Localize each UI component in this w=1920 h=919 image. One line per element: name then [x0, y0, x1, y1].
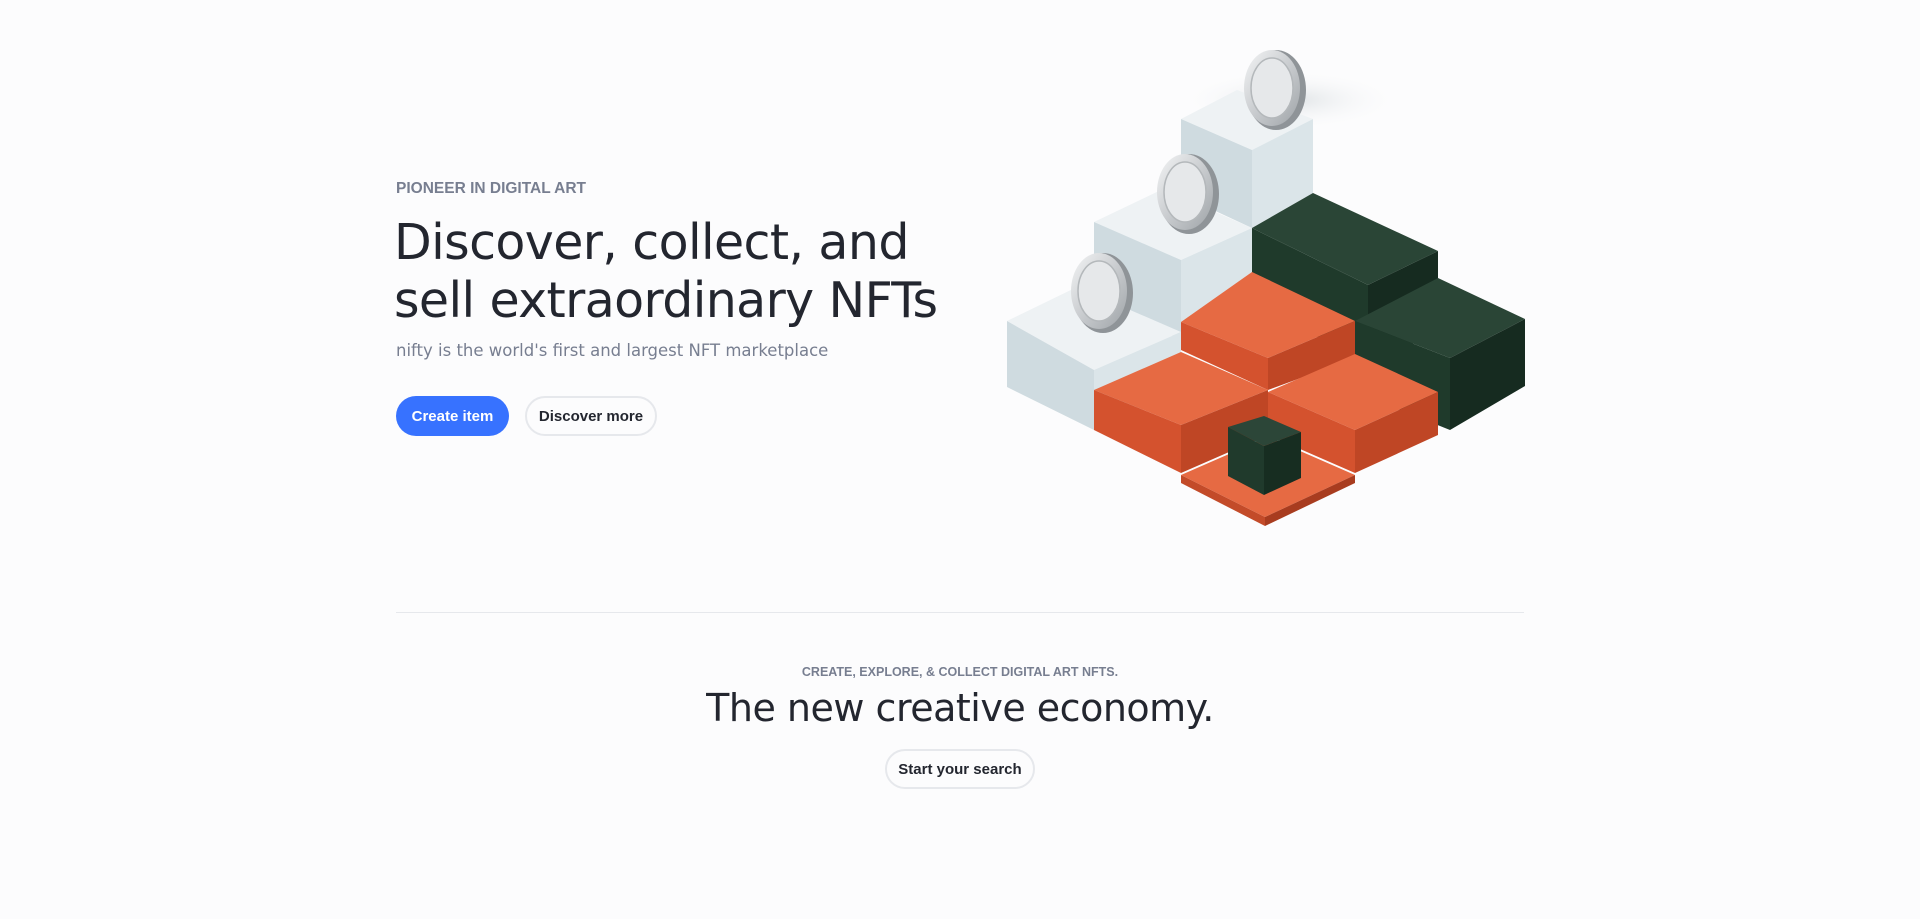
- hero-illustration: [1007, 50, 1525, 526]
- start-search-button[interactable]: Start your search: [885, 749, 1035, 789]
- section-title: The new creative economy.: [706, 686, 1214, 730]
- section-eyebrow: CREATE, EXPLORE, & COLLECT DIGITAL ART N…: [801, 665, 1119, 679]
- hero-title: Discover, collect, and sell extraordinar…: [394, 214, 938, 329]
- page: PIONEER IN DIGITAL ART Discover, collect…: [0, 0, 1920, 919]
- discover-more-button[interactable]: Discover more: [525, 396, 657, 436]
- section-divider: [396, 612, 1524, 613]
- hero-subtitle: nifty is the world's first and largest N…: [396, 341, 829, 360]
- hero-eyebrow: PIONEER IN DIGITAL ART: [396, 180, 587, 197]
- create-item-button[interactable]: Create item: [396, 396, 509, 436]
